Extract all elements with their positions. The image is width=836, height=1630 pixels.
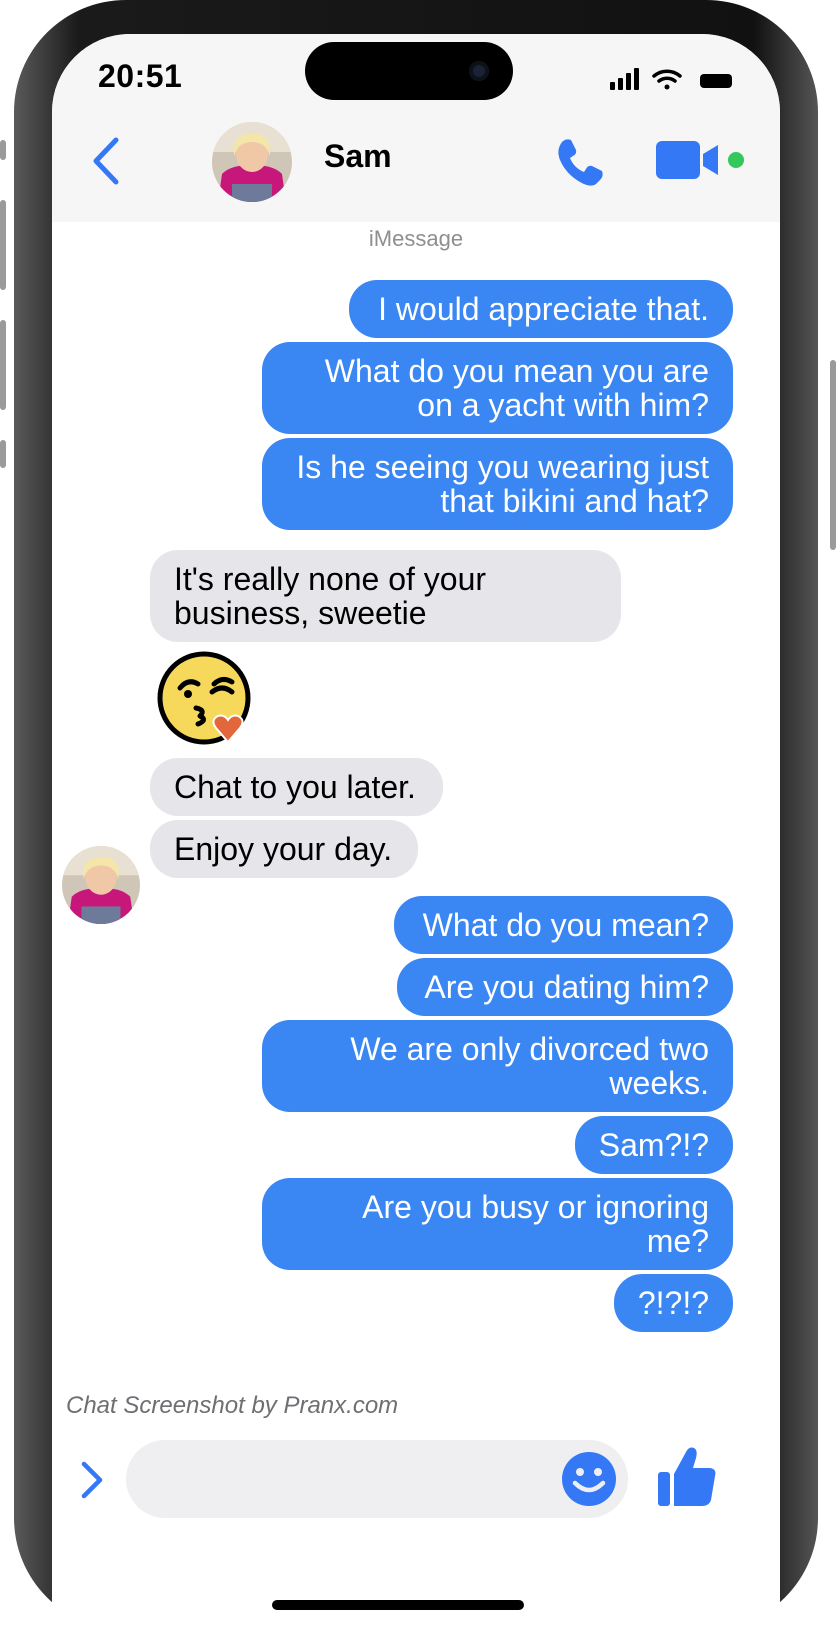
- status-time: 20:51: [98, 58, 183, 94]
- camera-lens: [469, 61, 489, 81]
- message-received[interactable]: Chat to you later.: [150, 758, 443, 816]
- kiss-emoji-icon[interactable]: [156, 650, 256, 750]
- message-input[interactable]: [126, 1440, 628, 1518]
- message-sent[interactable]: Sam?!?: [575, 1116, 733, 1174]
- contact-avatar-small[interactable]: [62, 846, 140, 924]
- avatar-photo: [212, 122, 292, 202]
- video-camera-icon[interactable]: [656, 138, 746, 184]
- side-button: [0, 440, 6, 468]
- side-button: [0, 200, 6, 290]
- watermark: Chat Screenshot by Pranx.com: [66, 1392, 399, 1419]
- message-received[interactable]: Enjoy your day.: [150, 820, 418, 878]
- smiley-icon[interactable]: [560, 1450, 618, 1508]
- message-sent[interactable]: ?!?!?: [614, 1274, 733, 1332]
- contact-name[interactable]: Sam: [324, 138, 392, 175]
- status-icons: [610, 68, 732, 90]
- message-sent[interactable]: Are you busy or ignoring me?: [262, 1178, 733, 1270]
- side-button: [0, 320, 6, 410]
- dynamic-island: [305, 42, 513, 100]
- side-button: [0, 140, 6, 160]
- message-sent[interactable]: Is he seeing you wearing just that bikin…: [262, 438, 733, 530]
- wifi-icon: [652, 69, 682, 90]
- signal-icon: [610, 68, 639, 90]
- message-sent[interactable]: What do you mean?: [394, 896, 733, 954]
- contact-avatar[interactable]: [212, 122, 292, 202]
- message-sent[interactable]: We are only divorced two weeks.: [262, 1020, 733, 1112]
- online-dot: [728, 152, 744, 168]
- home-indicator[interactable]: [272, 1600, 524, 1610]
- message-sent[interactable]: What do you mean you are on a yacht with…: [262, 342, 733, 434]
- battery-icon: [700, 74, 732, 88]
- message-received[interactable]: It's really none of your business, sweet…: [150, 550, 621, 642]
- back-chevron-icon[interactable]: [86, 134, 126, 188]
- service-label: iMessage: [368, 226, 464, 251]
- side-button: [830, 360, 836, 550]
- thumbs-up-icon[interactable]: [656, 1444, 718, 1510]
- phone-screen: 20:51 Sam iMessage I would appreciate th…: [52, 34, 780, 1630]
- avatar-photo: [62, 846, 140, 924]
- chevron-right-icon[interactable]: [74, 1458, 108, 1502]
- message-sent[interactable]: Are you dating him?: [397, 958, 733, 1016]
- message-sent[interactable]: I would appreciate that.: [349, 280, 733, 338]
- phone-icon[interactable]: [552, 134, 608, 190]
